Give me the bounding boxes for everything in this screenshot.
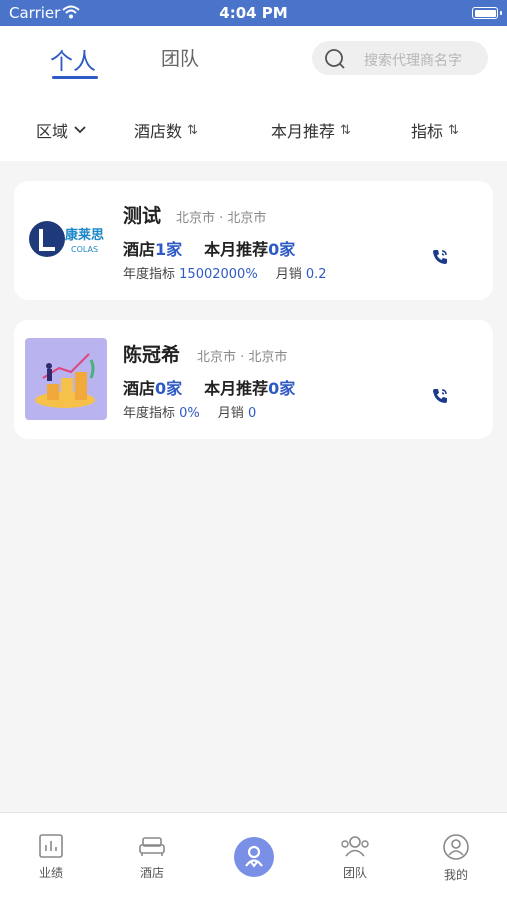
agent-name: 测试 bbox=[123, 205, 162, 227]
stats-row: 酒店1家 本月推荐0家 bbox=[123, 240, 296, 259]
agent-card[interactable]: 康莱思 COLAS 测试 北京市 · 北京市 酒店1家 本月推荐0家 年度指标 1… bbox=[14, 181, 493, 300]
phone-icon[interactable] bbox=[431, 248, 449, 266]
sort-icon: ⇅ bbox=[187, 122, 198, 138]
sort-icon: ⇅ bbox=[340, 122, 351, 138]
tab-active-indicator bbox=[52, 76, 98, 79]
team-icon bbox=[341, 836, 369, 857]
hotels-count: 0家 bbox=[155, 379, 183, 398]
filter-region-label: 区域 bbox=[36, 122, 69, 141]
tab-hotel-label: 酒店 bbox=[139, 866, 164, 880]
search-icon bbox=[325, 49, 345, 69]
tab-team-nav[interactable]: 团队 bbox=[320, 833, 390, 881]
person-icon bbox=[245, 845, 263, 868]
tab-team[interactable]: 团队 bbox=[161, 44, 199, 71]
filter-target-label: 指标 bbox=[411, 122, 444, 141]
tab-team-label: 团队 bbox=[342, 866, 367, 880]
clock: 4:04 PM bbox=[219, 4, 288, 22]
bed-icon bbox=[139, 837, 165, 856]
filter-hotels-label: 酒店数 bbox=[134, 122, 183, 141]
battery-icon bbox=[472, 7, 502, 19]
filter-hotels[interactable]: 酒店数 ⇅ bbox=[134, 118, 198, 142]
target-row: 年度指标 0% 月销 0 bbox=[123, 406, 257, 421]
chevron-down-icon bbox=[74, 126, 86, 134]
filter-region[interactable]: 区域 bbox=[36, 118, 87, 142]
stats-row: 酒店0家 本月推荐0家 bbox=[123, 379, 296, 398]
monthly-sales: 0.2 bbox=[305, 267, 327, 282]
tab-mine[interactable]: 我的 bbox=[421, 833, 491, 883]
target-row: 年度指标 15002000% 月销 0.2 bbox=[123, 267, 327, 282]
monthly-count: 0家 bbox=[268, 240, 296, 259]
agent-card[interactable]: 陈冠希 北京市 · 北京市 酒店0家 本月推荐0家 年度指标 0% 月销 0 bbox=[14, 320, 493, 439]
agent-location: 北京市 · 北京市 bbox=[176, 211, 267, 226]
phone-icon[interactable] bbox=[431, 387, 449, 405]
logo-text: 康莱思 bbox=[65, 227, 104, 243]
tab-home[interactable] bbox=[234, 837, 274, 877]
agent-logo: 康莱思 COLAS bbox=[25, 199, 107, 281]
filter-monthly-label: 本月推荐 bbox=[271, 122, 336, 141]
annual-target: 15002000% bbox=[179, 267, 258, 282]
monthly-count: 0家 bbox=[268, 379, 296, 398]
sort-icon: ⇅ bbox=[448, 122, 459, 138]
monthly-sales: 0 bbox=[247, 406, 257, 421]
tab-hotel[interactable]: 酒店 bbox=[117, 833, 187, 881]
agent-name: 陈冠希 bbox=[123, 344, 181, 366]
tab-performance-label: 业绩 bbox=[38, 866, 63, 880]
tab-personal[interactable]: 个人 bbox=[50, 42, 96, 76]
search-placeholder: 搜索代理商名字 bbox=[364, 53, 462, 69]
agent-avatar bbox=[25, 338, 107, 420]
filter-monthly[interactable]: 本月推荐 ⇅ bbox=[271, 118, 351, 142]
filter-target[interactable]: 指标 ⇅ bbox=[411, 118, 459, 142]
tab-performance[interactable]: 业绩 bbox=[16, 833, 86, 881]
search-input[interactable]: 搜索代理商名字 bbox=[312, 41, 488, 75]
agent-location: 北京市 · 北京市 bbox=[197, 350, 288, 365]
status-bar: Carrier 4:04 PM bbox=[0, 0, 507, 26]
bottom-tab-bar: 业绩 酒店 团队 我的 bbox=[0, 812, 507, 901]
tab-mine-label: 我的 bbox=[443, 868, 468, 882]
hotels-count: 1家 bbox=[155, 240, 183, 259]
bar-chart-icon bbox=[39, 834, 63, 858]
annual-target: 0% bbox=[179, 406, 200, 421]
user-icon bbox=[443, 834, 469, 860]
logo-subtext: COLAS bbox=[71, 245, 98, 254]
header: 个人 团队 搜索代理商名字 区域 酒店数 ⇅ 本月推荐 ⇅ 指标 ⇅ bbox=[0, 26, 507, 161]
